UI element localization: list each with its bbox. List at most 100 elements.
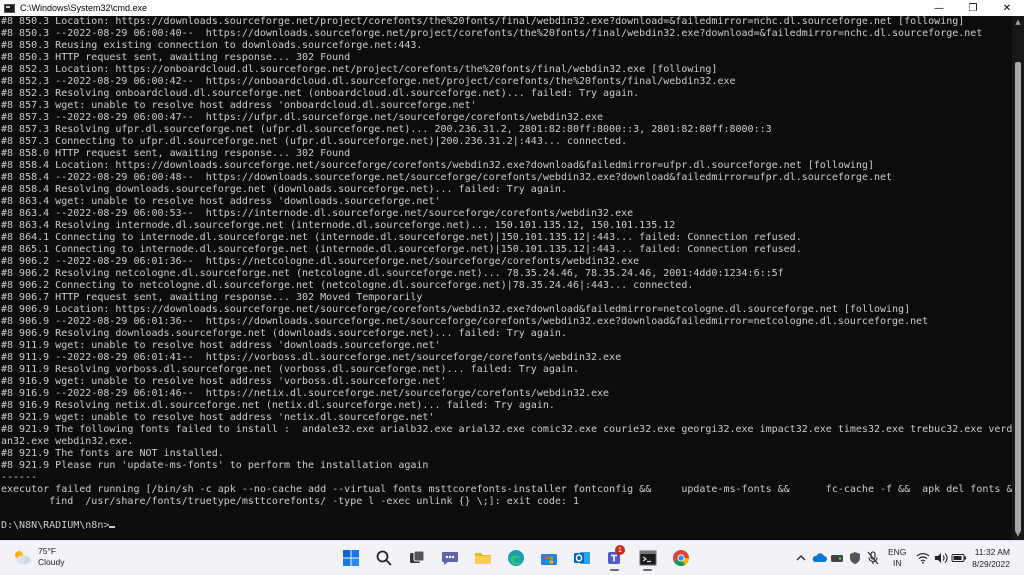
security-tray-button[interactable]: [846, 547, 864, 569]
onedrive-tray-button[interactable]: [810, 547, 828, 569]
console-line: #8 850.3 Reusing existing connection to …: [1, 40, 423, 51]
console-line: #8 921.9 The fonts are NOT installed.: [1, 448, 224, 459]
console-line: #8 921.9 wget: unable to resolve host ad…: [1, 412, 435, 423]
console-line: #8 858.4 Resolving downloads.sourceforge…: [1, 184, 567, 195]
console-line: #8 906.2 Resolving netcologne.dl.sourcef…: [1, 268, 784, 279]
console-line: #8 906.9 --2022-08-29 06:01:36-- https:/…: [1, 316, 929, 327]
console-line: #8 852.3 Resolving onboardcloud.dl.sourc…: [1, 88, 640, 99]
taskbar: 75°F Cloudy 1 ENG IN 11:32 AM 8/29/2022: [0, 540, 1024, 575]
console-line: executor failed running [/bin/sh -c apk …: [1, 484, 1012, 495]
microphone-muted-icon: [867, 551, 879, 565]
console-line: #8 857.3 wget: unable to resolve host ad…: [1, 100, 477, 111]
volume-tray-button[interactable]: [932, 547, 950, 569]
outlook-button[interactable]: [565, 544, 598, 572]
wifi-icon: [917, 553, 930, 564]
teams-button[interactable]: 1: [598, 544, 631, 572]
console-line: #8 916.9 wget: unable to resolve host ad…: [1, 376, 447, 387]
window-title: C:\Windows\System32\cmd.exe: [20, 3, 148, 13]
task-view-button[interactable]: [400, 544, 433, 572]
console-line: #8 852.3 --2022-08-29 06:00:42-- https:/…: [1, 76, 736, 87]
edge-button[interactable]: [499, 544, 532, 572]
console-line: #8 906.2 --2022-08-29 06:01:36-- https:/…: [1, 256, 640, 267]
cloud-icon: [812, 553, 827, 562]
console-line: ------: [1, 472, 38, 483]
edge-browser-icon: [507, 550, 524, 566]
store-icon: [540, 554, 557, 565]
vertical-scrollbar[interactable]: ▲ ▼: [1012, 16, 1024, 540]
windows-logo-icon: [342, 550, 359, 566]
search-icon: [376, 550, 392, 566]
clock-time: 11:32 AM: [974, 547, 1010, 557]
console-line: #8 916.9 --2022-08-29 06:01:46-- https:/…: [1, 388, 610, 399]
console-line: #8 911.9 Resolving vorboss.dl.sourceforg…: [1, 364, 579, 375]
console-line: #8 865.1 Connecting to internode.dl.sour…: [1, 244, 802, 255]
weather-temperature: 75°F: [38, 546, 57, 556]
console-line: #8 858.4 --2022-08-29 06:00:48-- https:/…: [1, 172, 893, 183]
console-line: #8 850.3 Location: https://downloads.sou…: [1, 16, 965, 27]
console-line: #8 864.1 Connecting to internode.dl.sour…: [1, 232, 802, 243]
console-line: #8 850.3 --2022-08-29 06:00:40-- https:/…: [1, 28, 983, 39]
system-tray: ENG IN: [792, 545, 968, 571]
network-drive-tray-button[interactable]: [828, 547, 846, 569]
weather-widget[interactable]: 75°F Cloudy: [12, 546, 64, 568]
shield-icon: [850, 552, 860, 564]
chrome-button[interactable]: [664, 544, 697, 572]
console-line: #8 852.3 Location: https://onboardcloud.…: [1, 64, 718, 75]
window-controls: — ❐ ✕: [922, 0, 1024, 16]
folder-icon: [474, 553, 491, 564]
console-line: #8 921.9 Please run 'update-ms-fonts' to…: [1, 460, 429, 471]
console-line: D:\N8N\RADIUM\n8n>: [1, 520, 110, 531]
console-line: #8 857.3 Connecting to ufpr.dl.sourcefor…: [1, 136, 628, 147]
chevron-up-icon: [796, 555, 806, 561]
language-code: ENG: [888, 547, 907, 557]
speaker-icon: [935, 553, 948, 563]
language-indicator[interactable]: ENG IN: [888, 547, 906, 569]
chat-icon: [441, 552, 458, 565]
task-view-icon: [409, 550, 424, 563]
console-line: #8 921.9 The following fonts failed to i…: [1, 424, 1012, 435]
file-explorer-button[interactable]: [466, 544, 499, 572]
console-line: #8 916.9 Resolving netix.dl.sourceforge.…: [1, 400, 555, 411]
cmd-taskbar-button[interactable]: [631, 544, 664, 572]
tray-overflow-button[interactable]: [792, 547, 810, 569]
taskbar-apps: 1: [334, 544, 697, 572]
console-line: #8 857.3 --2022-08-29 06:00:47-- https:/…: [1, 112, 604, 123]
scroll-down-icon[interactable]: ▼: [1012, 528, 1024, 540]
clock[interactable]: 11:32 AM 8/29/2022: [958, 546, 1010, 570]
outlook-icon: [573, 552, 590, 564]
microphone-tray-button[interactable]: [864, 547, 882, 569]
console-output[interactable]: #8 850.3 Location: https://downloads.sou…: [0, 16, 1012, 540]
console-line: #8 911.9 --2022-08-29 06:01:41-- https:/…: [1, 352, 622, 363]
store-button[interactable]: [532, 544, 565, 572]
search-button[interactable]: [367, 544, 400, 572]
chrome-icon: [672, 550, 689, 567]
clock-date: 8/29/2022: [972, 559, 1010, 569]
weather-condition: Cloudy: [38, 557, 65, 567]
console-line: #8 858.4 Location: https://downloads.sou…: [1, 160, 874, 171]
console-line: #8 906.9 Location: https://downloads.sou…: [1, 304, 911, 315]
console-line: #8 850.3 HTTP request sent, awaiting res…: [1, 52, 351, 63]
console-line: #8 863.4 Resolving internode.dl.sourcefo…: [1, 220, 676, 231]
start-button[interactable]: [334, 544, 367, 572]
title-bar[interactable]: C:\Windows\System32\cmd.exe — ❐ ✕: [0, 0, 1024, 16]
maximize-button[interactable]: ❐: [956, 0, 990, 16]
console-line: find /usr/share/fonts/truetype/msttcoref…: [1, 496, 579, 507]
minimize-button[interactable]: —: [922, 0, 956, 16]
console-line: #8 858.0 HTTP request sent, awaiting res…: [1, 148, 351, 159]
cmd-app-icon: [4, 3, 15, 13]
console-line: #8 906.9 Resolving downloads.sourceforge…: [1, 328, 567, 339]
console-line: an32.exe webdin32.exe.: [1, 436, 134, 447]
wifi-tray-button[interactable]: [914, 547, 932, 569]
scroll-up-icon[interactable]: ▲: [1012, 16, 1024, 28]
console-line: #8 906.2 Connecting to netcologne.dl.sou…: [1, 280, 694, 291]
close-button[interactable]: ✕: [990, 0, 1024, 16]
console-line: #8 857.3 Resolving ufpr.dl.sourceforge.n…: [1, 124, 772, 135]
text-cursor: [109, 526, 116, 528]
drive-icon: [831, 555, 843, 562]
teams-chat-button[interactable]: [433, 544, 466, 572]
cloud-sun-icon: [15, 551, 31, 564]
scroll-thumb[interactable]: [1015, 62, 1021, 532]
console-line: #8 911.9 wget: unable to resolve host ad…: [1, 340, 441, 351]
console-line: #8 863.4 wget: unable to resolve host ad…: [1, 196, 441, 207]
console-line: #8 906.7 HTTP request sent, awaiting res…: [1, 292, 423, 303]
